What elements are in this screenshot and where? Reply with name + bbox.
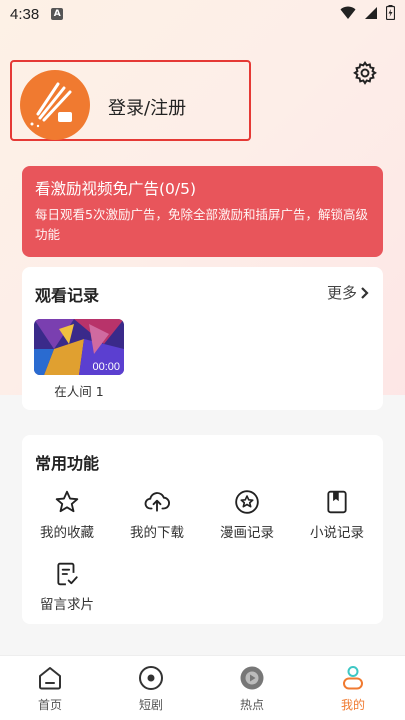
watch-history-card: 观看记录 更多 00:00 在人间 1 xyxy=(22,267,383,410)
ad-banner-title: 看激励视频免广告(0/5) xyxy=(35,180,197,198)
login-register-button[interactable]: 登录/注册 xyxy=(10,60,251,141)
history-video-thumbnail[interactable]: 00:00 xyxy=(34,319,124,375)
comic-history-label: 漫画记录 xyxy=(220,525,274,541)
history-video-title[interactable]: 在人间 1 xyxy=(34,381,124,400)
battery-icon xyxy=(386,5,395,20)
tab-short-drama-label: 短剧 xyxy=(138,698,163,712)
status-time: 4:38 xyxy=(10,5,40,23)
tab-mine-label: 我的 xyxy=(340,698,365,712)
watch-history-title: 观看记录 xyxy=(35,286,100,305)
status-icons xyxy=(340,5,395,20)
tab-mine[interactable]: 我的 xyxy=(313,664,393,713)
tab-hot-label: 热点 xyxy=(239,698,264,712)
book-icon xyxy=(327,490,347,514)
more-button[interactable]: 更多 xyxy=(327,282,369,303)
star-circle-icon xyxy=(235,490,259,514)
wifi-icon xyxy=(340,6,356,19)
more-label: 更多 xyxy=(326,284,357,302)
login-register-label[interactable]: 登录/注册 xyxy=(108,94,186,120)
person-icon xyxy=(343,666,363,690)
novel-history-label: 小说记录 xyxy=(310,525,364,541)
tab-short-drama[interactable]: 短剧 xyxy=(111,664,191,713)
ad-free-banner[interactable]: 看激励视频免广告(0/5) 每日观看5次激励广告，免除全部激励和插屏广告，解锁高… xyxy=(22,166,383,257)
downloads-label: 我的下载 xyxy=(130,525,184,541)
common-functions-card: 常用功能 我的收藏 我的下载 漫画记录 小说记录 留言求片 xyxy=(22,435,383,624)
video-duration: 00:00 xyxy=(92,361,120,373)
tab-hot[interactable]: 热点 xyxy=(212,664,292,713)
favorites-button[interactable]: 我的收藏 xyxy=(27,489,107,541)
star-icon xyxy=(55,490,79,513)
cloud-upload-icon xyxy=(144,492,170,512)
signal-icon xyxy=(365,6,377,19)
chevron-right-icon xyxy=(361,286,369,299)
tab-home-label: 首页 xyxy=(37,698,62,712)
comic-history-button[interactable]: 漫画记录 xyxy=(207,489,287,541)
favorites-label: 我的收藏 xyxy=(40,525,94,541)
ad-banner-description: 每日观看5次激励广告，免除全部激励和插屏广告，解锁高级功能 xyxy=(35,207,368,242)
downloads-button[interactable]: 我的下载 xyxy=(117,489,197,541)
status-bar: 4:38 A xyxy=(0,0,405,28)
notification-badge: A xyxy=(51,8,64,20)
play-circle-icon xyxy=(240,666,264,690)
home-icon xyxy=(39,667,61,690)
gear-icon[interactable] xyxy=(352,60,378,86)
note-edit-icon xyxy=(57,562,78,586)
request-movie-label: 留言求片 xyxy=(40,597,94,613)
scallion-logo-icon xyxy=(30,82,72,128)
novel-history-button[interactable]: 小说记录 xyxy=(297,489,377,541)
bottom-tab-bar: 首页 短剧 热点 我的 xyxy=(0,655,405,720)
common-functions-title: 常用功能 xyxy=(35,454,100,473)
tab-home[interactable]: 首页 xyxy=(10,664,90,713)
avatar[interactable] xyxy=(20,70,90,140)
request-movie-button[interactable]: 留言求片 xyxy=(27,561,107,613)
disc-icon xyxy=(139,666,163,690)
